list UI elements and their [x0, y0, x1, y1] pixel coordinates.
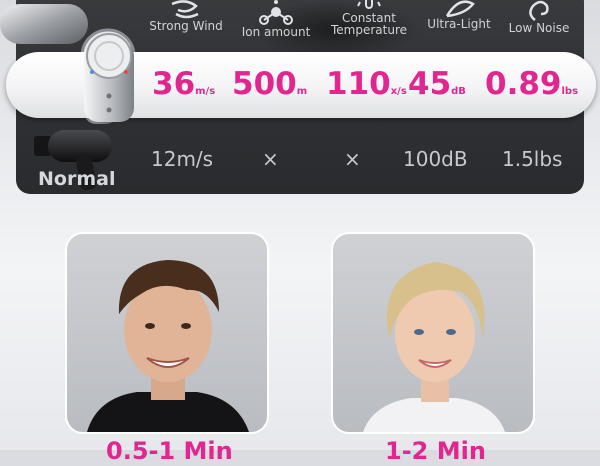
stat-temperature: 110x/s [326, 60, 407, 108]
short-hair-photo-card [65, 232, 269, 434]
stat-weight-value: 0.89 [485, 66, 562, 102]
normal-noise: 100dB [403, 147, 468, 171]
stat-wind-unit: m/s [195, 86, 216, 97]
wind-icon [171, 0, 199, 19]
stat-weight-unit: lbs [561, 86, 579, 97]
feature-label: Ion amount [241, 25, 311, 39]
stat-noise-unit: dB [451, 86, 466, 97]
woman-eye [414, 329, 424, 335]
stat-noise-value: 45 [408, 66, 452, 102]
normal-temperature: × [344, 147, 361, 171]
premium-dryer-blue-dot [90, 70, 94, 74]
stat-noise: 45dB [408, 60, 466, 108]
normal-label: Normal [38, 168, 116, 190]
feature-strong-wind: Strong Wind [136, 0, 236, 32]
man-portrait-image [87, 260, 249, 432]
feature-low-noise: Low Noise [489, 0, 589, 34]
feature-label: Low Noise [508, 21, 570, 35]
stat-ion-unit: m [296, 86, 308, 97]
short-hair-dry-time: 0.5-1 Min [106, 437, 233, 465]
feature-ion-amount: Ion amount [226, 0, 326, 38]
woman-shirt [363, 398, 505, 432]
stat-wind: 36m/s [152, 60, 215, 108]
stat-weight: 0.89lbs [485, 60, 578, 108]
stat-wind-value: 36 [152, 66, 196, 102]
premium-dryer-red-dot [124, 70, 128, 74]
woman-portrait-image [363, 262, 505, 432]
ion-icon [259, 0, 293, 25]
normal-weight: 1.5lbs [502, 147, 563, 171]
stat-ion-value: 500 [232, 66, 297, 102]
premium-dryer-overlay [84, 33, 134, 122]
woman-eye [446, 329, 456, 335]
premium-dryer-button [106, 93, 112, 99]
long-hair-dry-time: 1-2 Min [385, 437, 486, 465]
stat-ion: 500m [232, 60, 307, 108]
feature-label: Strong Wind [149, 19, 223, 33]
feature-label: Constant Temperature [330, 11, 407, 37]
feather-icon [445, 0, 475, 18]
man-eye [181, 323, 191, 329]
man-eye [145, 323, 155, 329]
normal-wind: 12m/s [151, 147, 214, 171]
long-hair-photo-card [331, 232, 535, 434]
premium-dryer-button [106, 107, 112, 113]
normal-ion: × [262, 147, 279, 171]
premium-dryer-head [0, 4, 88, 44]
stat-temp-value: 110 [326, 66, 391, 102]
ear-icon [529, 0, 549, 21]
stat-temp-unit: x/s [390, 86, 407, 97]
feature-constant-temperature: Constant Temperature [319, 0, 419, 36]
